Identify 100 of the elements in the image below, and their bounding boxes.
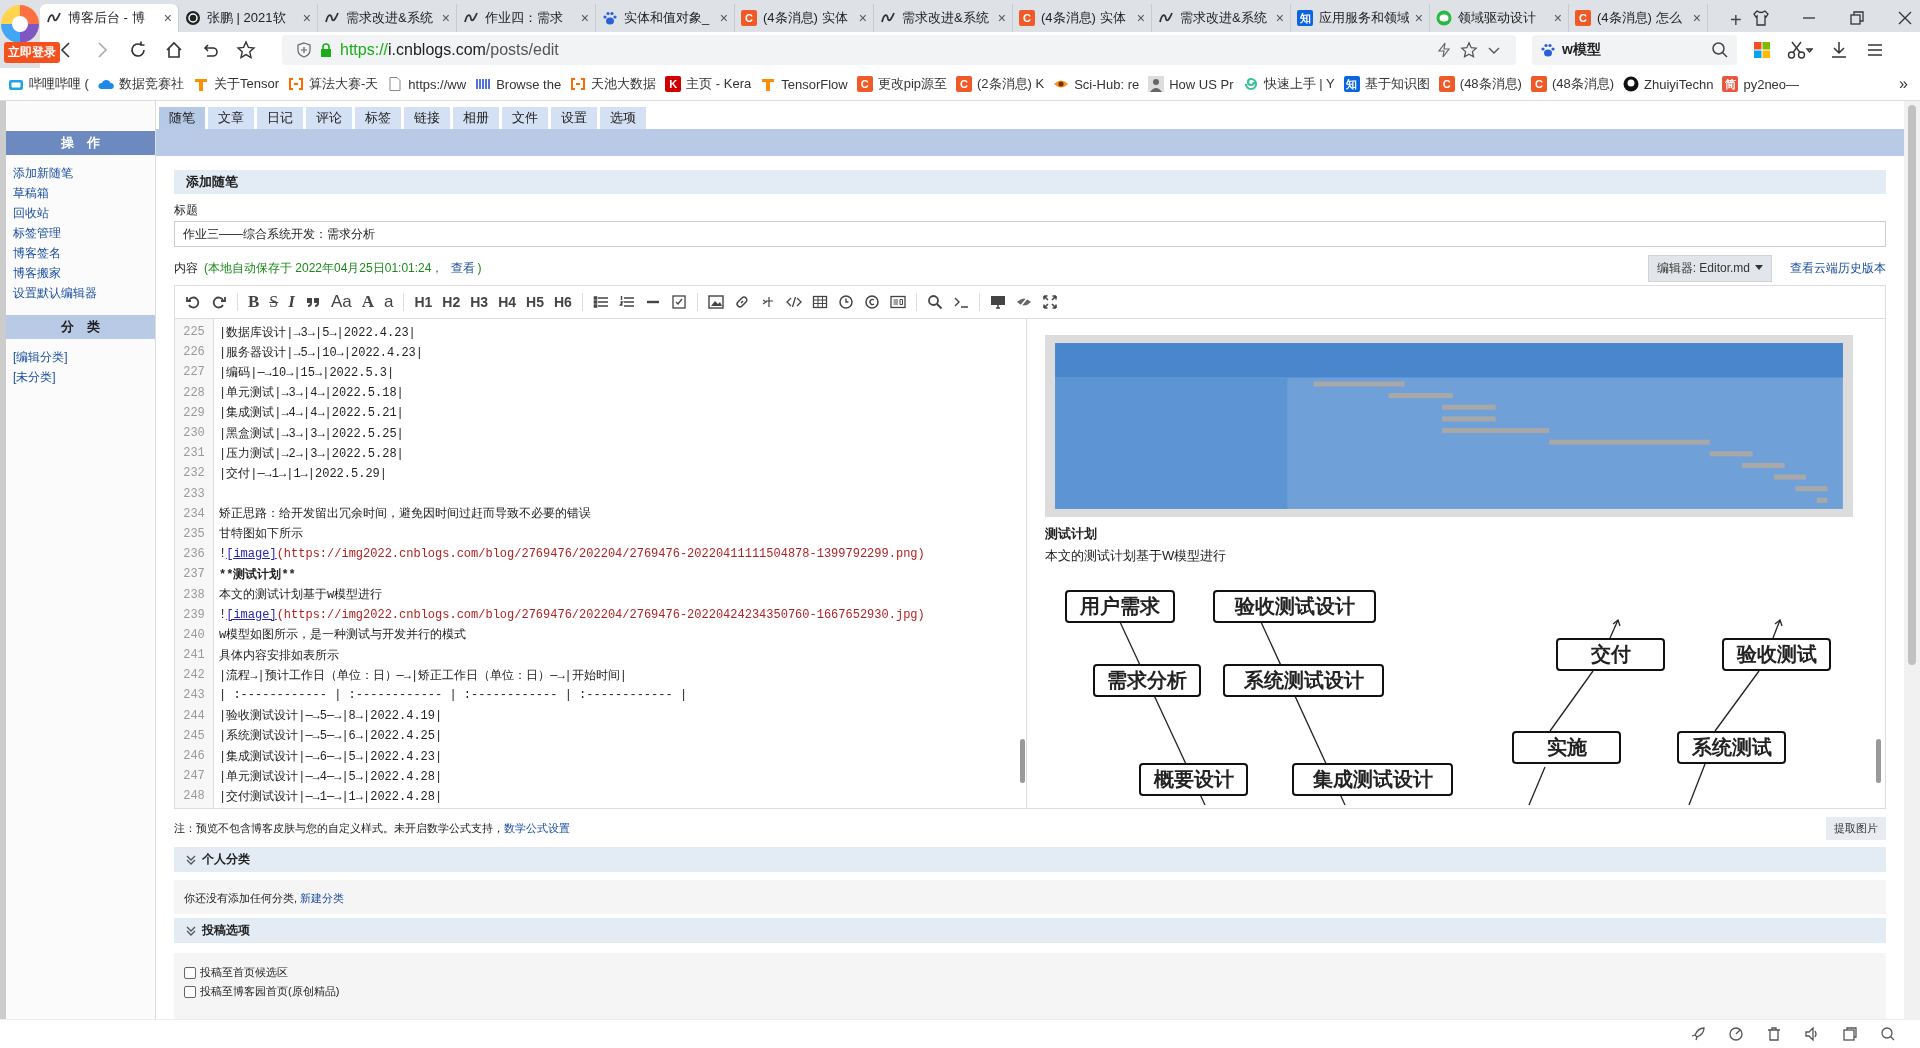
close-icon[interactable]: × bbox=[580, 10, 589, 26]
extract-images-button[interactable]: 提取图片 bbox=[1826, 816, 1886, 840]
line-number: 243 bbox=[182, 688, 206, 703]
url-text: https://i.cnblogs.com/posts/edit bbox=[340, 41, 559, 59]
close-icon[interactable]: × bbox=[1553, 10, 1562, 26]
nav-tab[interactable]: 链接 bbox=[404, 107, 450, 129]
sidebar-header: 操 作 bbox=[6, 131, 155, 155]
line-number: 235 bbox=[182, 526, 206, 541]
editor-dropdown[interactable]: 编辑器: Editor.md bbox=[1647, 254, 1772, 282]
sidebar-link[interactable]: 博客搬家 bbox=[13, 263, 61, 283]
new-category-link[interactable]: 新建分类 bbox=[300, 892, 345, 904]
toolbar-button[interactable]: Aa bbox=[330, 292, 352, 312]
section-header[interactable]: 投稿选项 bbox=[174, 918, 1886, 943]
more-bookmarks-button[interactable]: » bbox=[1899, 75, 1912, 93]
toolbar-button[interactable]: H5 bbox=[526, 294, 544, 310]
bookmark-link[interactable]: 算法大赛-天 bbox=[288, 75, 379, 93]
bookmark-link[interactable]: How US Pr bbox=[1148, 76, 1234, 92]
sidebar-link[interactable]: 标签管理 bbox=[13, 223, 61, 243]
bookmark-link[interactable]: 关于Tensor bbox=[192, 75, 279, 93]
close-icon[interactable]: × bbox=[858, 10, 867, 26]
line-number: 240 bbox=[182, 627, 206, 642]
bookmark-link[interactable]: https://ww bbox=[387, 76, 467, 92]
toolbar-button[interactable]: B bbox=[248, 292, 260, 312]
close-icon[interactable]: × bbox=[1275, 10, 1284, 26]
toolbar-button[interactable]: I bbox=[288, 292, 295, 312]
bookmark-link[interactable]: TensorFlow bbox=[760, 76, 848, 92]
close-icon[interactable]: × bbox=[302, 10, 311, 26]
bookmark-link[interactable]: Browse the bbox=[475, 76, 562, 92]
bookmark-link[interactable]: 简 py2neo— bbox=[1722, 76, 1800, 92]
close-icon[interactable]: × bbox=[997, 10, 1006, 26]
bookmark-link[interactable]: C (2条消息) K bbox=[956, 75, 1045, 93]
diagram-node: 用户需求 bbox=[1065, 590, 1175, 623]
toolbar-button[interactable]: A bbox=[361, 292, 374, 312]
nav-tab[interactable]: 选项 bbox=[600, 107, 646, 129]
line-number: 227 bbox=[182, 365, 206, 380]
search-field[interactable]: w模型 bbox=[1532, 35, 1737, 65]
bookmark-link[interactable]: 数据竞赛社 bbox=[97, 75, 184, 93]
bookmark-link[interactable]: C (48条消息) bbox=[1438, 75, 1522, 93]
toolbar-button[interactable]: H2 bbox=[442, 294, 461, 310]
bookmark-link[interactable]: C 更改pip源至 bbox=[856, 75, 947, 93]
sidebar-link[interactable]: 设置默认编辑器 bbox=[13, 283, 97, 303]
line-number: 231 bbox=[182, 446, 206, 461]
math-settings-link[interactable]: 数学公式设置 bbox=[504, 821, 570, 834]
bookmark-link[interactable]: Sci-Hub: re bbox=[1053, 76, 1140, 92]
history-link[interactable]: 查看云端历史版本 bbox=[1790, 259, 1886, 277]
title-field[interactable]: 作业三——综合系统开发：需求分析 bbox=[174, 221, 1886, 247]
sidebar-link[interactable]: 草稿箱 bbox=[13, 183, 49, 203]
diagram-node: 概要设计 bbox=[1139, 763, 1248, 796]
sidebar-link[interactable]: [编辑分类] bbox=[13, 347, 68, 367]
line-number: 245 bbox=[182, 728, 206, 743]
bookmark-link[interactable]: 快速上手 | Y bbox=[1242, 75, 1335, 93]
site-icon: C bbox=[741, 10, 757, 26]
nav-tab[interactable]: 相册 bbox=[453, 107, 499, 129]
nav-tab[interactable]: 标签 bbox=[355, 107, 401, 129]
close-icon[interactable]: × bbox=[719, 10, 728, 26]
site-icon: C bbox=[1575, 10, 1591, 26]
toolbar-button[interactable]: H6 bbox=[553, 294, 572, 310]
toolbar-button[interactable]: a bbox=[383, 292, 394, 312]
bookmark-link[interactable]: 哔哩哔哩 ( bbox=[8, 75, 89, 93]
section-header[interactable]: 个人分类 bbox=[174, 847, 1886, 872]
bookmark-link[interactable]: K 主页 - Kera bbox=[665, 75, 752, 93]
new-tab-button[interactable]: + bbox=[1720, 9, 1752, 32]
sidebar-link[interactable]: 添加新随笔 bbox=[13, 163, 73, 183]
site-icon: 知 bbox=[1297, 10, 1313, 26]
sidebar-link[interactable]: 博客签名 bbox=[13, 243, 61, 263]
code-line: |集成测试|→4→|4→|2022.5.21| bbox=[218, 405, 404, 422]
close-icon[interactable]: × bbox=[1692, 10, 1701, 26]
nav-tab[interactable]: 评论 bbox=[306, 107, 352, 129]
nav-tab[interactable]: 日记 bbox=[257, 107, 303, 129]
code-line: |交付测试设计|—→1—→|1→|2022.4.28| bbox=[218, 788, 443, 805]
view-link[interactable]: 查看 bbox=[451, 260, 476, 275]
checkbox-label: 投稿至首页候选区 bbox=[200, 965, 288, 980]
address-bar[interactable]: https://i.cnblogs.com/posts/edit bbox=[282, 35, 1516, 65]
code-line: 本文的测试计划基于w模型进行 bbox=[218, 587, 383, 604]
nav-tab[interactable]: 文件 bbox=[502, 107, 548, 129]
toolbar-button[interactable]: S bbox=[269, 293, 279, 311]
bookmark-link[interactable]: C (48条消息) bbox=[1530, 75, 1615, 93]
toolbar-button[interactable]: H1 bbox=[414, 294, 433, 310]
line-number: 236 bbox=[182, 547, 206, 562]
site-icon: C bbox=[956, 76, 972, 92]
toolbar-button[interactable]: H4 bbox=[498, 294, 517, 310]
sidebar-link[interactable]: [未分类] bbox=[13, 367, 56, 387]
bookmark-link[interactable]: 天池大数据 bbox=[570, 75, 657, 93]
bookmark-link[interactable]: ZhuiyiTechn bbox=[1623, 76, 1714, 92]
browser-tab[interactable]: 博客后台 - 博 × bbox=[40, 4, 179, 32]
close-icon[interactable]: × bbox=[1136, 10, 1145, 26]
line-number: 233 bbox=[182, 486, 206, 501]
line-number: 248 bbox=[182, 789, 206, 804]
nav-tab[interactable]: 文章 bbox=[208, 107, 254, 129]
diagram-node: 交付 bbox=[1556, 638, 1665, 671]
code-line: |集成测试设计|—→6—→|5→|2022.4.23| bbox=[218, 748, 443, 765]
toolbar-button[interactable]: H3 bbox=[470, 294, 489, 310]
close-icon[interactable]: × bbox=[163, 10, 172, 26]
nav-tab[interactable]: 随笔 bbox=[159, 107, 205, 129]
line-number: 228 bbox=[182, 385, 206, 400]
sidebar-link[interactable]: 回收站 bbox=[13, 203, 49, 223]
bookmark-link[interactable]: 知 基于知识图 bbox=[1343, 75, 1430, 93]
close-icon[interactable]: × bbox=[1414, 10, 1423, 26]
nav-tab[interactable]: 设置 bbox=[551, 107, 597, 129]
close-icon[interactable]: × bbox=[441, 10, 450, 26]
